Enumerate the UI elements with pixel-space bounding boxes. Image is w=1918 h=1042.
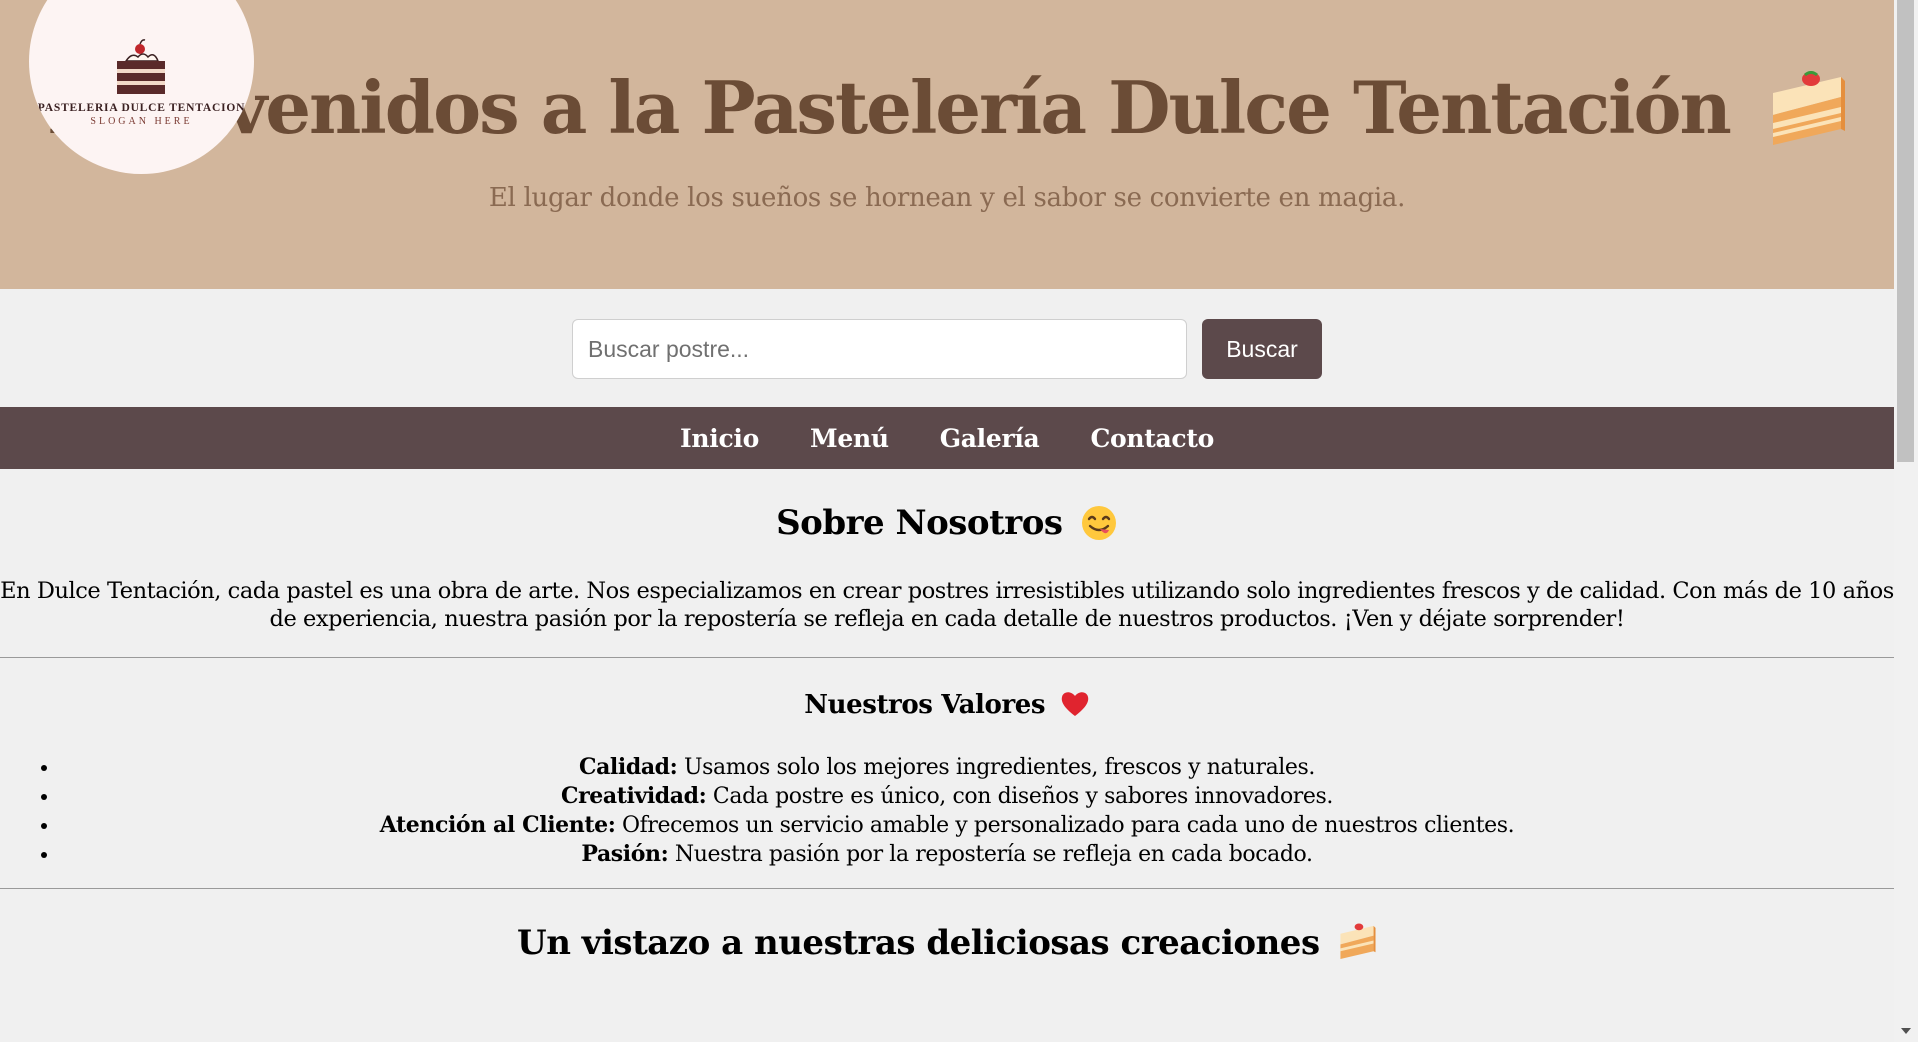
- list-item: Atención al Cliente: Ofrecemos un servic…: [60, 811, 1834, 840]
- nav-item-galeria[interactable]: Galería: [940, 424, 1040, 453]
- gallery-heading-text: Un vistazo a nuestras deliciosas creacio…: [517, 923, 1320, 963]
- nav-item-contacto[interactable]: Contacto: [1090, 424, 1214, 453]
- page: Bienvenidos a la Pastelería Dulce Tentac…: [0, 0, 1894, 1042]
- value-desc: Cada postre es único, con diseños y sabo…: [706, 784, 1334, 809]
- shortcake-icon: [1340, 923, 1376, 960]
- gallery-heading: Un vistazo a nuestras deliciosas creacio…: [0, 923, 1894, 963]
- cake-slice-icon: [117, 39, 165, 94]
- red-heart-icon: [1061, 692, 1089, 716]
- page-title: Bienvenidos a la Pastelería Dulce Tentac…: [0, 65, 1894, 150]
- value-term: Pasión:: [581, 841, 669, 867]
- page-title-text: Bienvenidos a la Pastelería Dulce Tentac…: [47, 65, 1732, 150]
- value-desc: Usamos solo los mejores ingredientes, fr…: [677, 755, 1316, 780]
- logo-name: PASTELERIA DULCE TENTACION: [37, 102, 246, 114]
- divider: [0, 888, 1894, 889]
- about-heading: Sobre Nosotros: [0, 503, 1894, 543]
- value-term: Creatividad:: [560, 783, 707, 809]
- search-button[interactable]: Buscar: [1202, 319, 1322, 379]
- shortcake-icon: [1772, 71, 1845, 145]
- search-input[interactable]: [572, 319, 1187, 379]
- value-desc: Nuestra pasión por la repostería se refl…: [668, 842, 1313, 867]
- list-item: Pasión: Nuestra pasión por la repostería…: [60, 840, 1834, 869]
- scrollbar-thumb[interactable]: [1897, 0, 1914, 462]
- header: Bienvenidos a la Pastelería Dulce Tentac…: [0, 0, 1894, 289]
- nav-item-inicio[interactable]: Inicio: [680, 424, 759, 453]
- scroll-down-arrow-icon[interactable]: [1901, 1028, 1911, 1034]
- logo-slogan: SLOGAN HERE: [90, 116, 193, 127]
- value-term: Atención al Cliente:: [379, 812, 616, 838]
- nav-item-menu[interactable]: Menú: [810, 424, 889, 453]
- list-item: Creatividad: Cada postre es único, con d…: [60, 782, 1834, 811]
- value-desc: Ofrecemos un servicio amable y personali…: [615, 813, 1515, 838]
- value-term: Calidad:: [578, 754, 678, 780]
- page-subtitle: El lugar donde los sueños se hornean y e…: [488, 183, 1406, 213]
- values-heading-text: Nuestros Valores: [804, 690, 1046, 720]
- about-text: En Dulce Tentación, cada pastel es una o…: [0, 578, 1894, 632]
- yum-face-icon: [1081, 506, 1116, 540]
- list-item: Calidad: Usamos solo los mejores ingredi…: [60, 753, 1834, 782]
- about-heading-text: Sobre Nosotros: [776, 503, 1063, 543]
- main-nav: Inicio Menú Galería Contacto: [0, 407, 1894, 469]
- values-list: Calidad: Usamos solo los mejores ingredi…: [60, 753, 1834, 869]
- scrollbar[interactable]: [1894, 0, 1918, 1042]
- divider: [0, 657, 1894, 658]
- values-heading: Nuestros Valores: [0, 690, 1894, 720]
